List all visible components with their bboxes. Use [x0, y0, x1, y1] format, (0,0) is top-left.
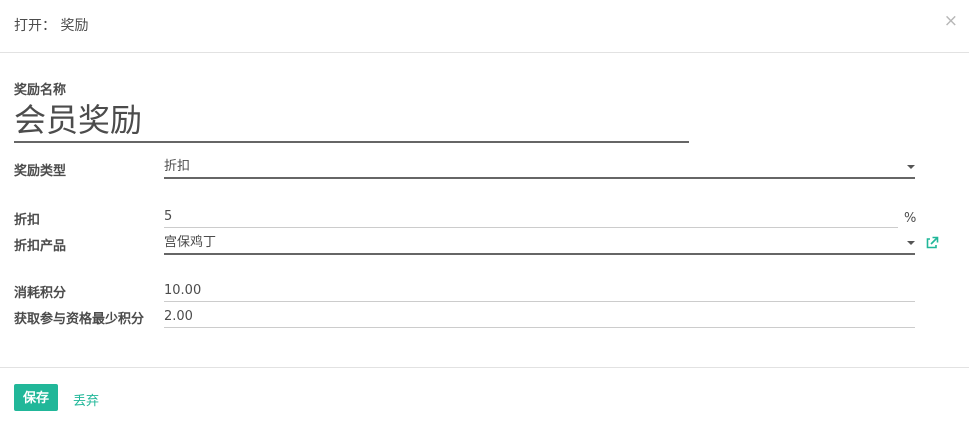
reward-type-select[interactable]: 折扣: [164, 157, 915, 179]
min-points-label: 获取参与资格最少积分: [14, 312, 145, 327]
discount-product-label: 折扣产品: [14, 239, 67, 254]
reward-name-input[interactable]: 会员奖励: [14, 98, 689, 143]
reward-type-value: 折扣: [164, 159, 191, 174]
save-button[interactable]: 保存: [14, 384, 58, 411]
discount-label: 折扣: [14, 213, 41, 228]
dialog-header: 打开： 奖励 ×: [0, 0, 969, 53]
caret-down-icon: [907, 165, 915, 169]
discard-button[interactable]: 丢弃: [73, 390, 99, 409]
points-cost-input[interactable]: 10.00: [164, 282, 915, 302]
min-points-input[interactable]: 2.00: [164, 308, 915, 328]
caret-down-icon: [907, 241, 915, 245]
percent-unit: %: [904, 211, 917, 226]
reward-name-label: 奖励名称: [14, 83, 67, 98]
external-link-icon[interactable]: [925, 236, 939, 250]
discount-product-value: 宫保鸡丁: [164, 235, 217, 250]
reward-type-label: 奖励类型: [14, 164, 67, 179]
close-icon[interactable]: ×: [944, 13, 958, 30]
discount-product-select[interactable]: 宫保鸡丁: [164, 233, 915, 255]
footer-divider: [0, 367, 969, 368]
dialog-title: 打开： 奖励: [14, 18, 89, 34]
points-cost-label: 消耗积分: [14, 286, 67, 301]
discount-input[interactable]: 5: [164, 208, 898, 228]
